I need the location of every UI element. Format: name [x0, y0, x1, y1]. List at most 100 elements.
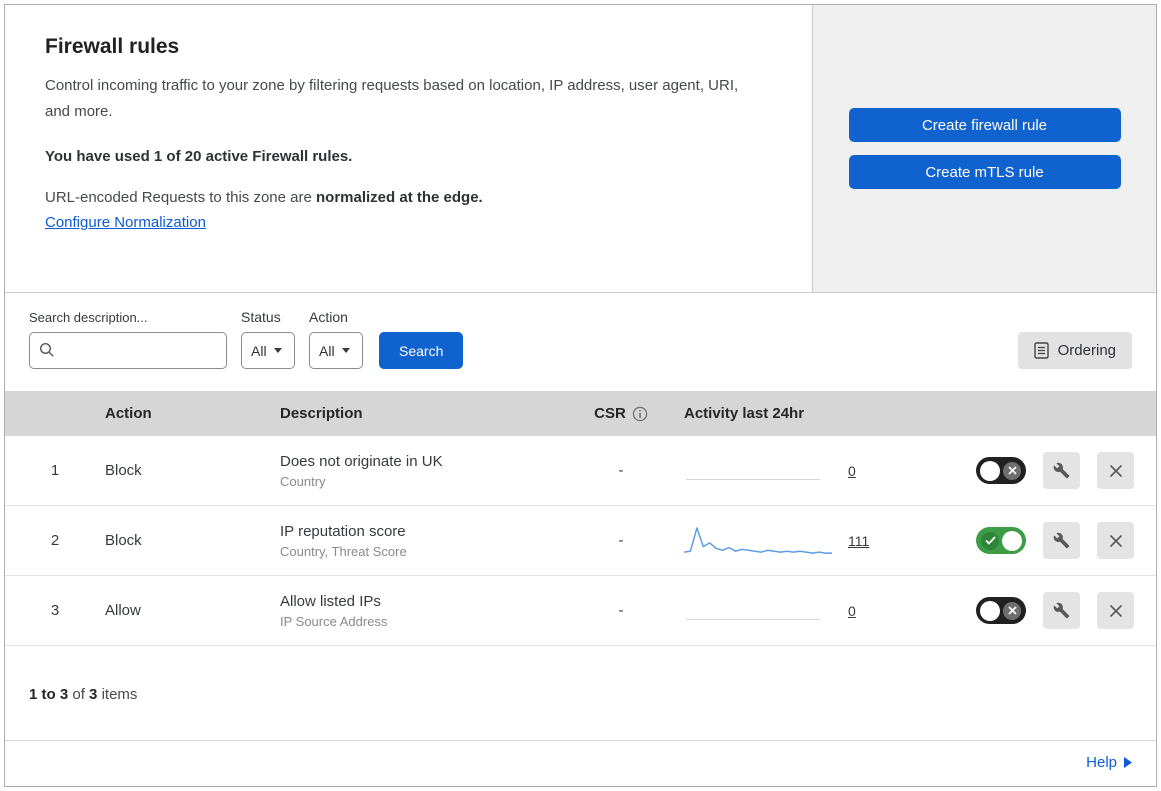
activity-empty-sparkline [684, 453, 834, 489]
normalization-note: URL-encoded Requests to this zone are no… [45, 189, 772, 206]
rule-toggle[interactable] [976, 457, 1026, 484]
rule-activity-cell: 0 [676, 593, 946, 629]
rule-csr: - [618, 602, 624, 619]
status-select-value: All [251, 342, 267, 359]
rule-criteria: Country, Threat Score [280, 543, 407, 559]
wrench-icon [1053, 462, 1070, 479]
pagination-summary: 1 to 3 of 3 items [29, 686, 138, 703]
toggle-x-icon [1003, 461, 1021, 480]
filter-bar: Search description... Status All Action … [5, 293, 1156, 391]
toggle-check-icon [981, 531, 999, 550]
activity-count-link[interactable]: 0 [848, 603, 876, 619]
delete-rule-button[interactable] [1097, 592, 1134, 629]
rule-description-cell: Does not originate in UK Country [280, 453, 566, 489]
status-filter-group: Status All [241, 309, 295, 369]
rule-priority: 2 [50, 532, 60, 549]
toggle-x-icon [1003, 601, 1021, 620]
search-input[interactable] [29, 332, 227, 369]
info-icon[interactable] [632, 406, 648, 422]
rule-controls [946, 592, 1156, 629]
rule-description: Does not originate in UK [280, 452, 443, 470]
rule-criteria: Country [280, 473, 326, 489]
action-select-value: All [319, 342, 335, 359]
page-title: Firewall rules [45, 35, 180, 58]
rule-description: Allow listed IPs [280, 592, 381, 610]
search-label: Search description... [29, 310, 148, 325]
edit-rule-button[interactable] [1043, 522, 1080, 559]
activity-count-link[interactable]: 0 [848, 463, 876, 479]
rule-priority: 1 [50, 462, 60, 479]
header-action: Action [105, 405, 152, 422]
help-bar: Help [5, 740, 1156, 786]
help-arrow-icon [1124, 757, 1132, 768]
rule-priority: 3 [50, 602, 60, 619]
delete-rule-button[interactable] [1097, 522, 1134, 559]
search-box [29, 332, 227, 369]
rule-description: IP reputation score [280, 522, 406, 540]
rule-activity-cell: 111 [676, 523, 946, 559]
rule-controls [946, 522, 1156, 559]
overview-text-panel: Firewall rules Control incoming traffic … [5, 5, 812, 292]
toggle-knob [980, 460, 1000, 481]
edit-rule-button[interactable] [1043, 452, 1080, 489]
rule-controls [946, 452, 1156, 489]
close-icon [1109, 604, 1122, 617]
activity-empty-sparkline [684, 593, 834, 629]
table-header: Action Description CSR Activity last 24h… [5, 391, 1156, 436]
wrench-icon [1053, 602, 1070, 619]
header-description: Description [280, 405, 363, 422]
rule-activity-cell: 0 [676, 453, 946, 489]
status-label: Status [241, 309, 281, 325]
table-row: 3 Allow Allow listed IPs IP Source Addre… [5, 576, 1156, 646]
create-firewall-rule-button[interactable]: Create firewall rule [848, 108, 1121, 142]
create-mtls-rule-button[interactable]: Create mTLS rule [848, 155, 1121, 189]
chevron-down-icon [341, 348, 350, 353]
search-icon [39, 342, 54, 357]
rule-csr: - [618, 532, 624, 549]
status-select[interactable]: All [241, 332, 295, 369]
table-row: 2 Block IP reputation score Country, Thr… [5, 506, 1156, 576]
ordering-icon [1033, 342, 1049, 359]
firewall-rules-page: Firewall rules Control incoming traffic … [4, 4, 1157, 787]
actions-panel: Create firewall rule Create mTLS rule [812, 5, 1156, 292]
toggle-knob [1002, 530, 1022, 551]
usage-summary: You have used 1 of 20 active Firewall ru… [45, 148, 353, 165]
header-csr: CSR [566, 405, 676, 422]
action-label: Action [309, 309, 348, 325]
normalization-bold: normalized at the edge. [316, 189, 483, 206]
close-icon [1109, 534, 1122, 547]
activity-sparkline [684, 523, 834, 559]
table-row: 1 Block Does not originate in UK Country… [5, 436, 1156, 506]
toggle-knob [980, 600, 1000, 621]
chevron-down-icon [273, 348, 282, 353]
rule-csr: - [618, 462, 624, 479]
delete-rule-button[interactable] [1097, 452, 1134, 489]
search-button[interactable]: Search [379, 332, 464, 369]
rule-description-cell: Allow listed IPs IP Source Address [280, 593, 566, 629]
action-filter-group: Action All [309, 309, 363, 369]
rule-description-cell: IP reputation score Country, Threat Scor… [280, 523, 566, 559]
wrench-icon [1053, 532, 1070, 549]
firewall-overview-section: Firewall rules Control incoming traffic … [5, 5, 1156, 293]
search-filter-group: Search description... [29, 310, 227, 369]
close-icon [1109, 464, 1122, 477]
pagination-total: 3 [89, 686, 98, 703]
ordering-label: Ordering [1057, 342, 1116, 359]
action-select[interactable]: All [309, 332, 363, 369]
help-link[interactable]: Help [1086, 754, 1132, 771]
header-activity: Activity last 24hr [684, 405, 805, 422]
edit-rule-button[interactable] [1043, 592, 1080, 629]
normalization-text: URL-encoded Requests to this zone are [45, 189, 312, 206]
rule-toggle[interactable] [976, 527, 1026, 554]
rule-action: Block [105, 532, 142, 549]
ordering-button[interactable]: Ordering [1017, 332, 1132, 369]
pagination-range: 1 to 3 [29, 686, 69, 703]
rule-action: Block [105, 462, 142, 479]
activity-count-link[interactable]: 111 [848, 533, 876, 549]
configure-normalization-link[interactable]: Configure Normalization [45, 214, 206, 231]
rule-toggle[interactable] [976, 597, 1026, 624]
rule-criteria: IP Source Address [280, 613, 388, 629]
rule-action: Allow [105, 602, 141, 619]
header-csr-label: CSR [594, 405, 626, 422]
page-description: Control incoming traffic to your zone by… [45, 77, 739, 120]
